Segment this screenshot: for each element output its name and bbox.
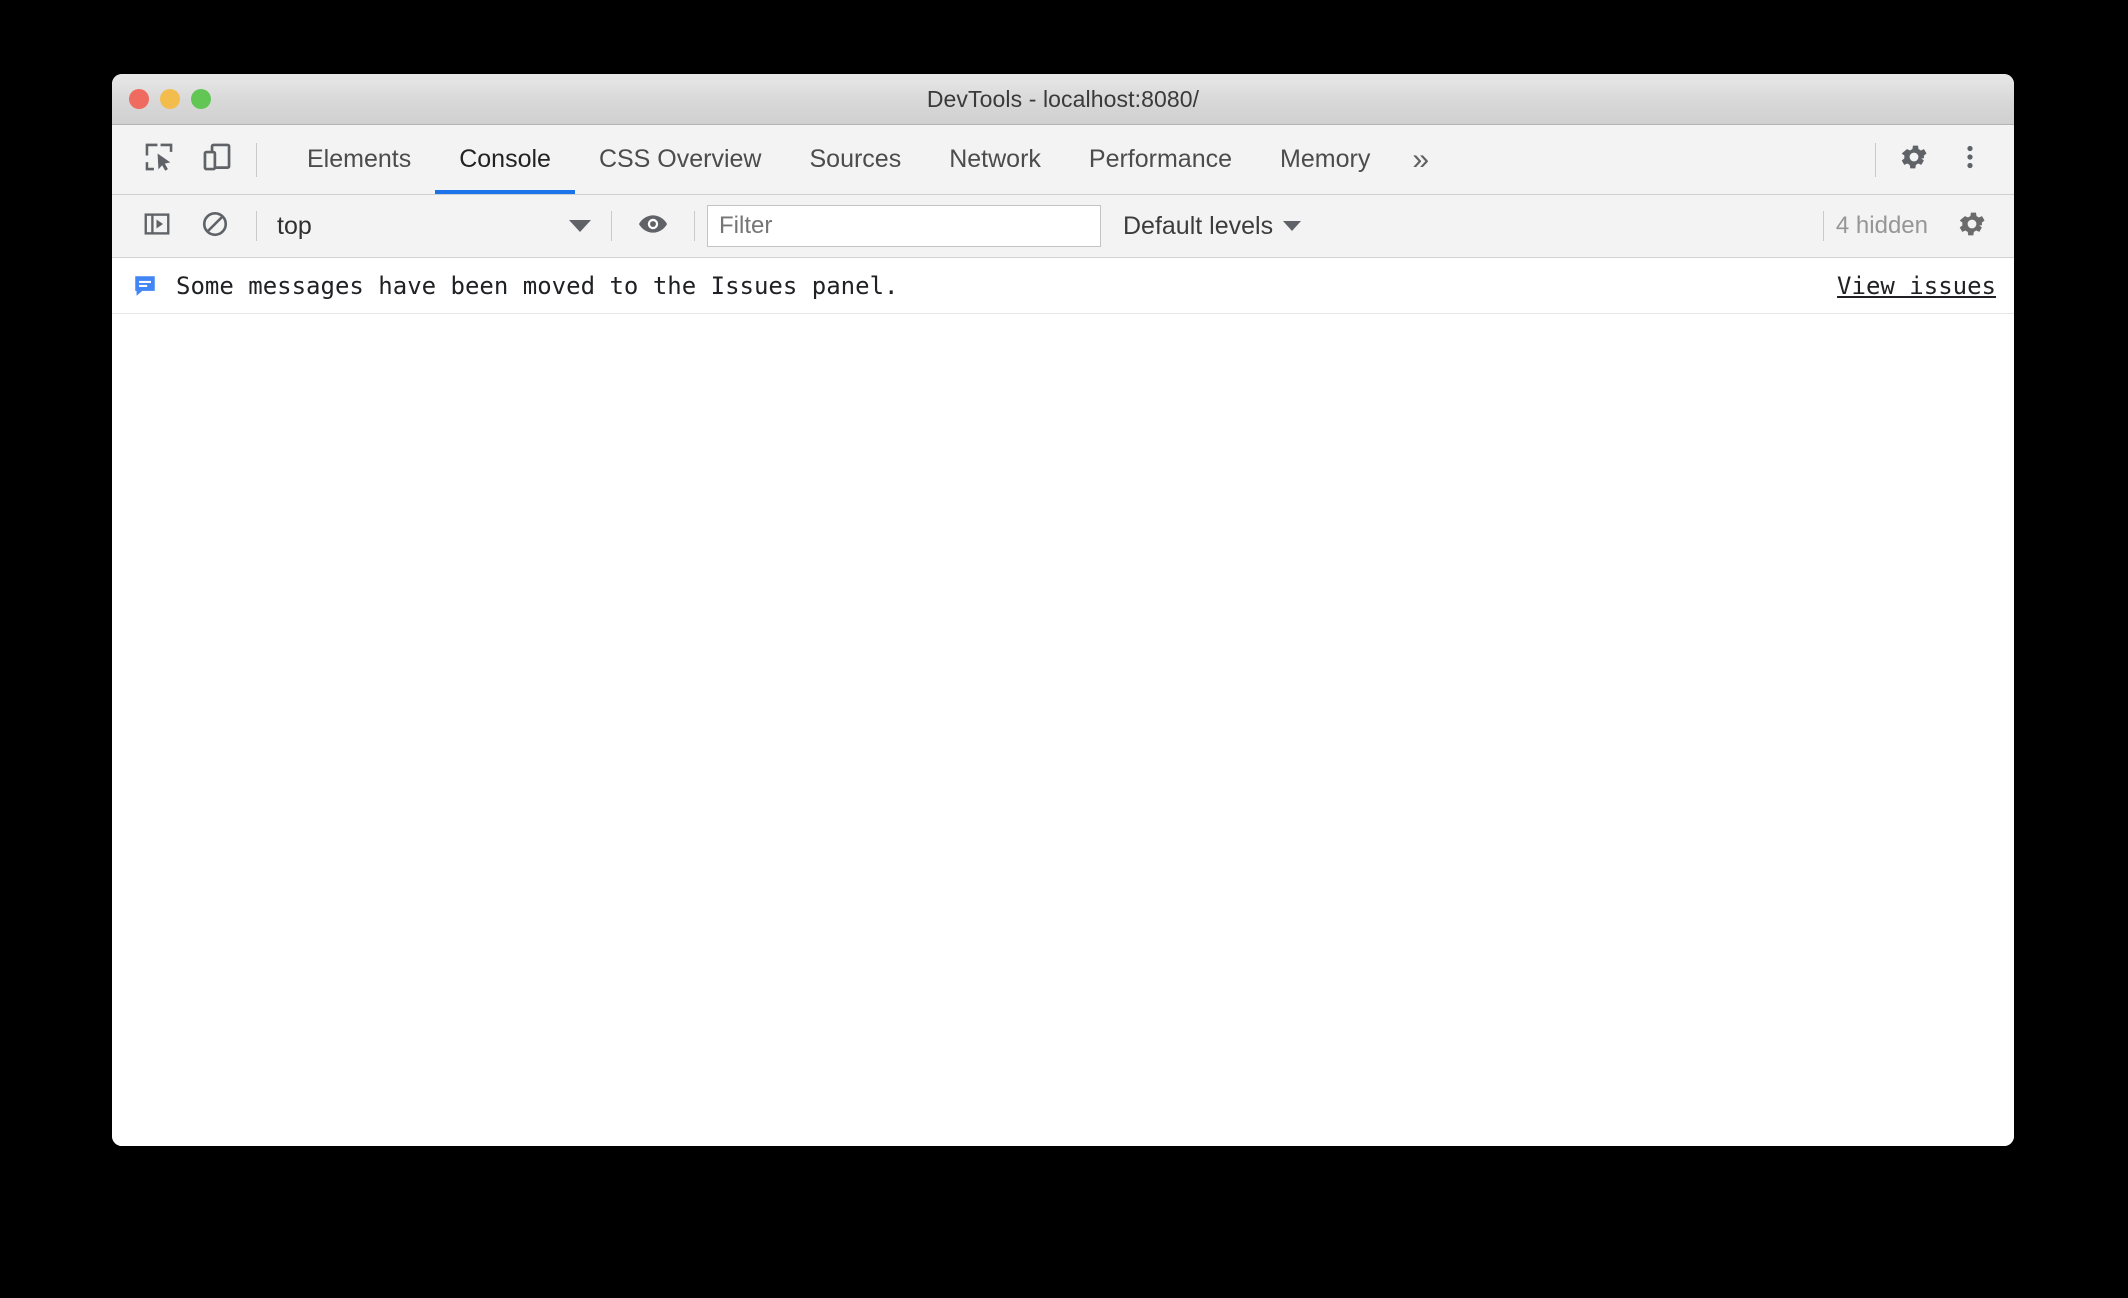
tab-sources[interactable]: Sources	[786, 125, 926, 194]
tab-label: Memory	[1280, 145, 1371, 173]
console-message-row[interactable]: Some messages have been moved to the Iss…	[112, 258, 2014, 314]
maximize-window-button[interactable]	[191, 89, 211, 109]
console-filter-toolbar: top Default levels 4 hidden	[112, 195, 2014, 258]
chevron-down-icon	[569, 220, 591, 232]
tab-elements[interactable]: Elements	[283, 125, 435, 194]
tab-label: Elements	[307, 145, 412, 173]
log-levels-label: Default levels	[1123, 211, 1274, 240]
tab-label: Sources	[809, 145, 902, 173]
issue-message-icon	[132, 273, 158, 299]
inspect-element-icon	[142, 140, 176, 179]
console-settings-button[interactable]	[1944, 198, 2000, 254]
console-settings-gear-icon	[1956, 208, 1988, 245]
create-live-expression-button[interactable]	[624, 197, 682, 255]
chevron-double-right-icon: »	[1412, 142, 1430, 176]
tab-console[interactable]: Console	[435, 125, 575, 194]
gear-icon	[1898, 141, 1930, 178]
clear-console-button[interactable]	[186, 197, 244, 255]
tab-label: Performance	[1088, 145, 1233, 173]
traffic-light-group	[129, 74, 211, 124]
filterbar-right-actions: 4 hidden	[1811, 198, 2000, 254]
execution-context-selector[interactable]: top	[269, 212, 599, 241]
console-sidebar-toggle-button[interactable]	[128, 197, 186, 255]
devtools-main-toolbar: Elements Console CSS Overview Sources Ne…	[112, 125, 2014, 195]
more-tabs-button[interactable]: »	[1394, 125, 1447, 194]
console-sidebar-toggle-icon	[142, 209, 172, 244]
execution-context-label: top	[277, 211, 312, 240]
minimize-window-button[interactable]	[160, 89, 180, 109]
live-expression-eye-icon	[637, 208, 669, 245]
console-filter-input[interactable]	[707, 205, 1101, 247]
filterbar-divider	[1822, 211, 1824, 241]
toggle-device-toolbar-button[interactable]	[188, 131, 246, 189]
console-message-text: Some messages have been moved to the Iss…	[176, 271, 899, 300]
chevron-down-icon	[1283, 221, 1302, 231]
devtools-more-options-button[interactable]	[1942, 132, 1998, 188]
tab-css-overview[interactable]: CSS Overview	[575, 125, 786, 194]
filterbar-divider	[256, 211, 257, 241]
devtools-window: DevTools - localhost:8080/ Elements Cons…	[112, 74, 2014, 1146]
console-message-list: Some messages have been moved to the Iss…	[112, 258, 2014, 1146]
toolbar-divider	[1875, 142, 1876, 177]
panel-tab-list: Elements Console CSS Overview Sources Ne…	[283, 125, 1447, 194]
kebab-menu-icon	[1955, 142, 1985, 177]
tab-performance[interactable]: Performance	[1065, 125, 1256, 194]
tab-label: Network	[949, 145, 1041, 173]
filterbar-divider	[611, 211, 612, 241]
devtools-settings-button[interactable]	[1886, 132, 1942, 188]
window-titlebar: DevTools - localhost:8080/	[112, 74, 2014, 125]
main-toolbar-right-actions	[1865, 125, 2014, 194]
tab-network[interactable]: Network	[925, 125, 1065, 194]
view-issues-link[interactable]: View issues	[1837, 272, 1996, 300]
filterbar-divider	[694, 211, 695, 241]
hidden-messages-count: 4 hidden	[1835, 212, 1928, 239]
log-levels-selector[interactable]: Default levels	[1123, 211, 1302, 241]
tab-label: CSS Overview	[598, 145, 762, 173]
inspect-element-button[interactable]	[130, 131, 188, 189]
device-toolbar-icon	[200, 140, 234, 179]
close-window-button[interactable]	[129, 89, 149, 109]
window-title: DevTools - localhost:8080/	[926, 85, 1200, 112]
tab-label: Console	[459, 145, 551, 173]
toolbar-divider	[256, 142, 257, 177]
tab-memory[interactable]: Memory	[1256, 125, 1394, 194]
clear-console-icon	[200, 209, 230, 244]
